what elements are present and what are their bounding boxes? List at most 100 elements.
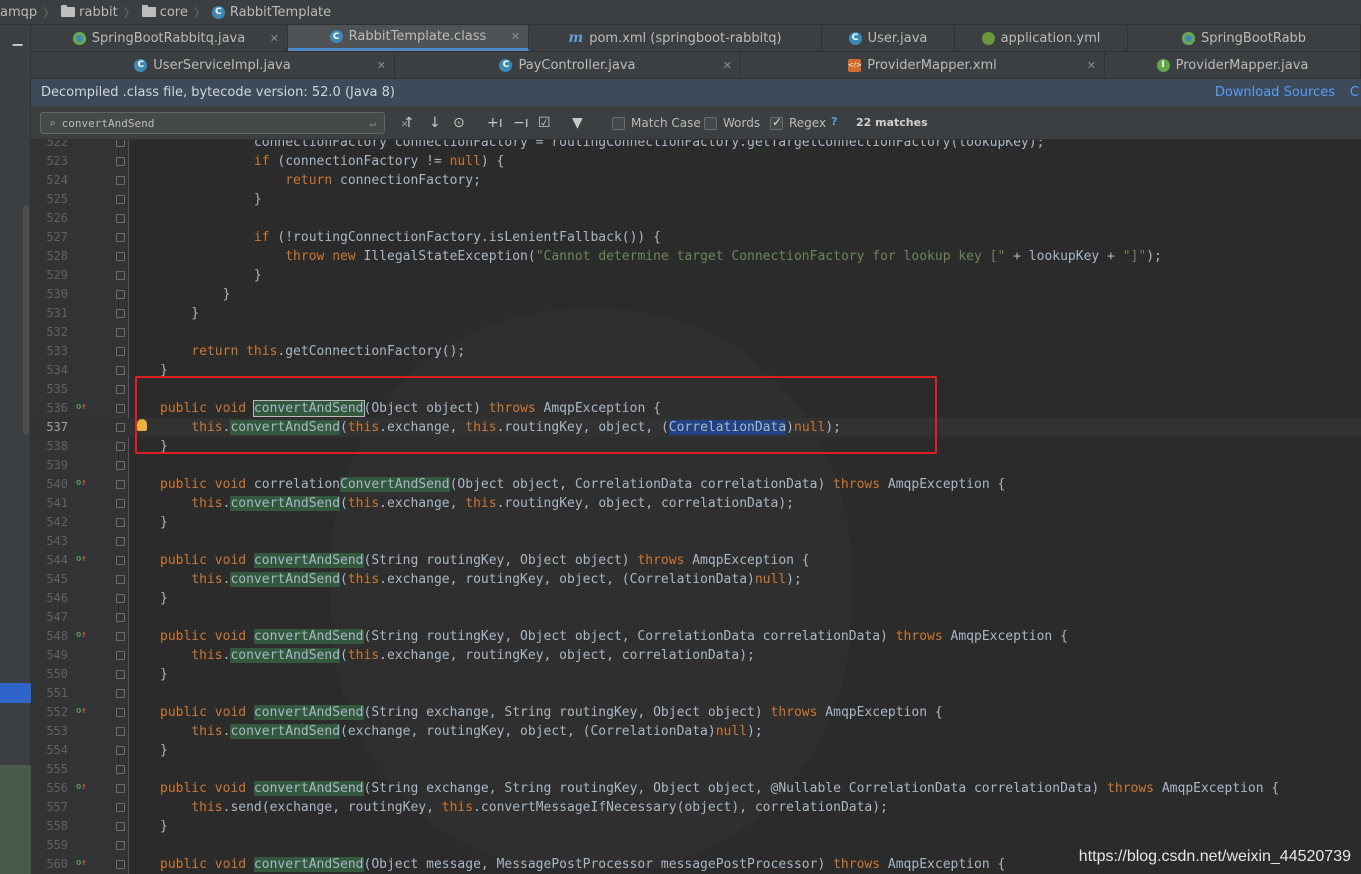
fold-marker-icon[interactable] (116, 290, 125, 299)
code-line[interactable]: 558} (31, 817, 1361, 836)
overrides-method-icon[interactable]: o↑ (76, 402, 87, 412)
breadcrumb-item[interactable]: C RabbitTemplate (211, 5, 331, 20)
code-line[interactable]: 557 this.send(exchange, routingKey, this… (31, 798, 1361, 817)
overrides-method-icon[interactable]: o↑ (76, 706, 87, 716)
tab-rabbittemplate-class[interactable]: C RabbitTemplate.class ✕ (288, 25, 529, 51)
fold-marker-icon[interactable] (116, 689, 125, 698)
fold-marker-icon[interactable] (116, 727, 125, 736)
tab-application-yml[interactable]: application.yml (955, 25, 1128, 51)
fold-marker-icon[interactable] (116, 480, 125, 489)
code-line[interactable]: 549 this.convertAndSend(this.exchange, r… (31, 646, 1361, 665)
code-line[interactable]: 551 (31, 684, 1361, 703)
fold-marker-icon[interactable] (116, 176, 125, 185)
code-line[interactable]: 547 (31, 608, 1361, 627)
fold-marker-icon[interactable] (116, 233, 125, 242)
fold-marker-icon[interactable] (116, 841, 125, 850)
previous-occurrence-icon[interactable]: ↑ (403, 115, 415, 131)
choose-sources-link[interactable]: C (1350, 85, 1359, 100)
tab-user-java[interactable]: C User.java (822, 25, 955, 51)
code-line[interactable]: 553 this.convertAndSend(exchange, routin… (31, 722, 1361, 741)
code-line[interactable]: 542} (31, 513, 1361, 532)
fold-marker-icon[interactable] (116, 461, 125, 470)
download-sources-link[interactable]: Download Sources (1215, 85, 1335, 100)
fold-marker-icon[interactable] (116, 632, 125, 641)
code-line[interactable]: 556 o↑ public void convertAndSend(String e… (31, 779, 1361, 798)
newline-icon[interactable]: ↵ (369, 117, 376, 130)
collapse-icon[interactable]: − (11, 35, 24, 54)
close-icon[interactable]: ✕ (1087, 59, 1096, 72)
code-line[interactable]: 531 } (31, 304, 1361, 323)
overrides-method-icon[interactable]: o↑ (76, 858, 87, 868)
fold-marker-icon[interactable] (116, 613, 125, 622)
fold-marker-icon[interactable] (116, 328, 125, 337)
code-line[interactable]: 545 this.convertAndSend(this.exchange, r… (31, 570, 1361, 589)
code-line[interactable]: 554} (31, 741, 1361, 760)
fold-marker-icon[interactable] (116, 366, 125, 375)
fold-marker-icon[interactable] (116, 708, 125, 717)
regex-label[interactable]: Regex (789, 116, 826, 130)
code-editor[interactable]: 522 connectionFactory connectionFactory … (31, 140, 1361, 874)
breadcrumb-item[interactable]: rabbit 〉 (61, 4, 142, 21)
code-line[interactable]: 533 return this.getConnectionFactory(); (31, 342, 1361, 361)
breadcrumb-item[interactable]: core 〉 (141, 4, 212, 21)
fold-marker-icon[interactable] (116, 537, 125, 546)
code-line[interactable]: 528 throw new IllegalStateException("Can… (31, 247, 1361, 266)
code-line[interactable]: 532 (31, 323, 1361, 342)
words-label[interactable]: Words (723, 116, 760, 130)
code-line[interactable]: 527 if (!routingConnectionFactory.isLeni… (31, 228, 1361, 247)
next-occurrence-icon[interactable]: ↓ (429, 115, 441, 131)
tab-pom-xml-springboot-rabbitq[interactable]: m pom.xml (springboot-rabbitq) (529, 25, 822, 51)
match-case-label[interactable]: Match Case (631, 116, 701, 130)
code-line[interactable]: 539 (31, 456, 1361, 475)
tab-providermapper-java[interactable]: I ProviderMapper.java (1105, 52, 1361, 78)
code-line[interactable]: 543 (31, 532, 1361, 551)
overrides-method-icon[interactable]: o↑ (76, 478, 87, 488)
search-input[interactable]: ⌕ convertAndSend ↵ ✕ (40, 112, 408, 134)
left-scrollbar[interactable] (23, 205, 29, 435)
fold-marker-icon[interactable] (116, 765, 125, 774)
search-icon[interactable]: ⌕ (49, 117, 56, 130)
fold-marker-icon[interactable] (116, 140, 125, 147)
fold-marker-icon[interactable] (116, 746, 125, 755)
fold-marker-icon[interactable] (116, 442, 125, 451)
filter-icon[interactable]: ▼ (572, 115, 583, 131)
fold-marker-icon[interactable] (116, 252, 125, 261)
close-icon[interactable]: ✕ (377, 59, 386, 72)
code-line[interactable]: 524 return connectionFactory; (31, 171, 1361, 190)
fold-marker-icon[interactable] (116, 157, 125, 166)
words-checkbox[interactable] (704, 117, 717, 130)
code-line[interactable]: 522 connectionFactory connectionFactory … (31, 140, 1361, 152)
code-line[interactable]: 530 } (31, 285, 1361, 304)
fold-marker-icon[interactable] (116, 822, 125, 831)
fold-marker-icon[interactable] (116, 803, 125, 812)
code-line[interactable]: 529 } (31, 266, 1361, 285)
fold-marker-icon[interactable] (116, 651, 125, 660)
fold-marker-icon[interactable] (116, 594, 125, 603)
overrides-method-icon[interactable]: o↑ (76, 630, 87, 640)
find-all-icon[interactable]: ⊙ (453, 115, 465, 131)
tab-springbootrabbitq-java[interactable]: SpringBootRabbitq.java ✕ (31, 25, 288, 51)
tab-springbootrabb[interactable]: SpringBootRabb (1128, 25, 1361, 51)
add-occurrence-icon[interactable]: +ı (487, 115, 503, 131)
fold-marker-icon[interactable] (116, 423, 125, 432)
fold-marker-icon[interactable] (116, 214, 125, 223)
code-line[interactable]: 523 if (connectionFactory != null) { (31, 152, 1361, 171)
close-icon[interactable]: ✕ (270, 32, 279, 45)
fold-marker-icon[interactable] (116, 271, 125, 280)
close-icon[interactable]: ✕ (511, 30, 520, 43)
fold-marker-icon[interactable] (116, 499, 125, 508)
select-all-occurrences-icon[interactable]: ☑ (538, 115, 551, 131)
fold-marker-icon[interactable] (116, 575, 125, 584)
fold-marker-icon[interactable] (116, 347, 125, 356)
tab-paycontroller-java[interactable]: C PayController.java ✕ (395, 52, 741, 78)
code-line[interactable]: 550} (31, 665, 1361, 684)
code-line[interactable]: 548 o↑ public void convertAndSend(String r… (31, 627, 1361, 646)
close-icon[interactable]: ✕ (723, 59, 732, 72)
code-line[interactable]: 552 o↑ public void convertAndSend(String e… (31, 703, 1361, 722)
fold-marker-icon[interactable] (116, 556, 125, 565)
regex-help-link[interactable]: ? (831, 115, 837, 128)
fold-marker-icon[interactable] (116, 670, 125, 679)
code-line[interactable]: 555 (31, 760, 1361, 779)
overrides-method-icon[interactable]: o↑ (76, 782, 87, 792)
code-line[interactable]: 546} (31, 589, 1361, 608)
